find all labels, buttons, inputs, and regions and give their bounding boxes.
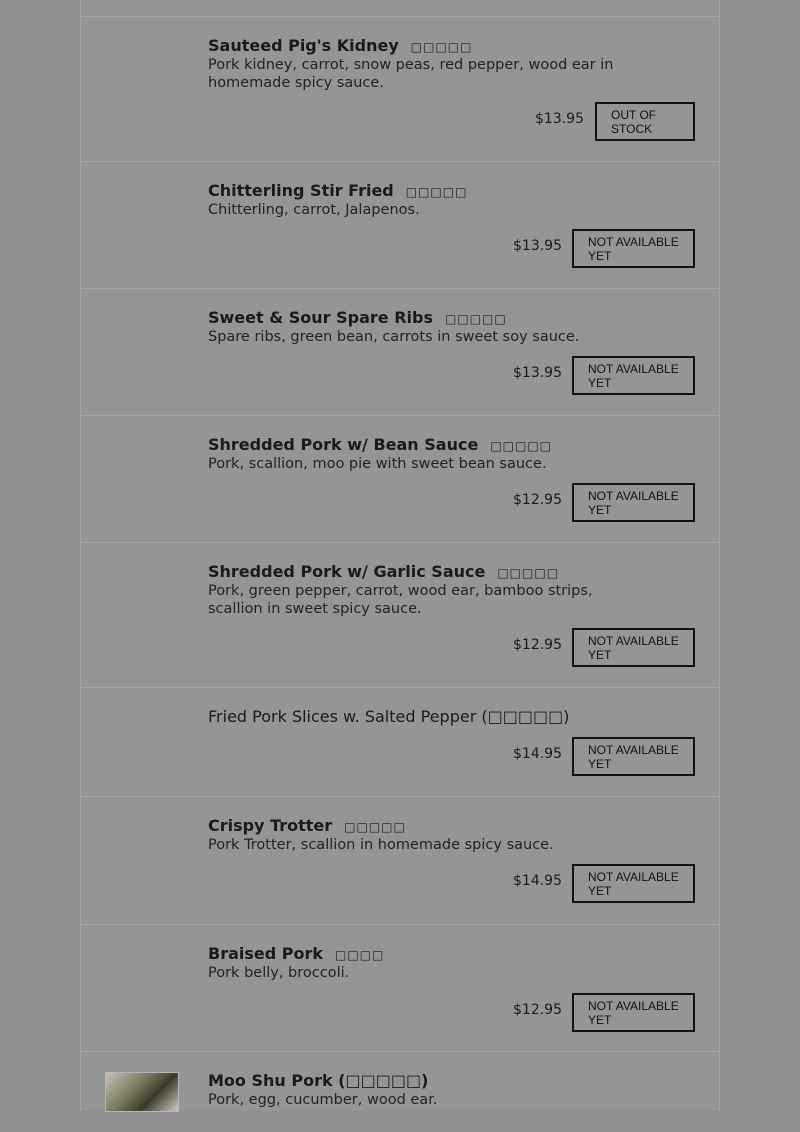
not-available-button[interactable]: NOT AVAILABLE YET	[572, 993, 695, 1032]
item-description: Pork Trotter, scallion in homemade spicy…	[208, 837, 554, 853]
item-chinese-name: □□□□□	[444, 312, 507, 326]
item-chinese-name: □□□□	[335, 948, 385, 962]
not-available-button[interactable]: NOT AVAILABLE YET	[572, 737, 695, 776]
item-description: Pork, green pepper, carrot, wood ear, ba…	[208, 583, 593, 617]
dish-photo[interactable]	[105, 1072, 179, 1112]
item-description: Chitterling, carrot, Jalapenos.	[208, 202, 420, 218]
item-price: $13.95	[513, 238, 562, 254]
not-available-button[interactable]: NOT AVAILABLE YET	[572, 864, 695, 903]
item-price: $14.95	[513, 746, 562, 762]
menu-item[interactable]: Moo Shu Pork (□□□□□) Pork, egg, cucumber…	[81, 1052, 719, 1132]
item-chinese-name: □□□□□	[410, 40, 473, 54]
item-price: $12.95	[513, 637, 562, 653]
item-name: Shredded Pork w/ Bean Sauce	[208, 435, 479, 454]
item-chinese-name: □□□□□	[497, 566, 560, 580]
item-description: Spare ribs, green bean, carrots in sweet…	[208, 329, 580, 345]
not-available-button[interactable]: NOT AVAILABLE YET	[572, 628, 695, 667]
item-title: Crispy Trotter □□□□□	[208, 816, 699, 837]
menu-item[interactable]: Shredded Pork w/ Bean Sauce □□□□□ Pork, s…	[81, 416, 719, 543]
item-price: $13.95	[535, 111, 584, 127]
item-title: Shredded Pork w/ Garlic Sauce □□□□□	[208, 562, 699, 583]
item-chinese-name: □□□□□	[490, 439, 553, 453]
menu-list: Sauteed Pig's Kidney □□□□□ Pork kidney, c…	[80, 0, 720, 1112]
menu-item[interactable]: Sweet & Sour Spare Ribs □□□□□ Spare ribs,…	[81, 289, 719, 416]
item-name: Moo Shu Pork (□□□□□)	[208, 1071, 429, 1090]
not-available-button[interactable]: NOT AVAILABLE YET	[572, 356, 695, 395]
item-chinese-name: □□□□□	[405, 185, 468, 199]
menu-item[interactable]: Shredded Pork w/ Garlic Sauce □□□□□ Pork,…	[81, 543, 719, 688]
item-title: Sauteed Pig's Kidney □□□□□	[208, 36, 699, 57]
menu-item[interactable]: Sauteed Pig's Kidney □□□□□ Pork kidney, c…	[81, 17, 719, 162]
item-title: Fried Pork Slices w. Salted Pepper (□□□□…	[208, 707, 699, 727]
not-available-button[interactable]: NOT AVAILABLE YET	[572, 483, 695, 522]
item-price: $12.95	[513, 492, 562, 508]
item-name: Chitterling Stir Fried	[208, 181, 394, 200]
item-price: $13.95	[513, 365, 562, 381]
previous-item-bottom	[81, 0, 719, 17]
item-description: Pork, scallion, moo pie with sweet bean …	[208, 456, 547, 472]
item-name: Crispy Trotter	[208, 816, 333, 835]
menu-item[interactable]: Fried Pork Slices w. Salted Pepper (□□□□…	[81, 688, 719, 797]
item-price: $12.95	[513, 1002, 562, 1018]
item-description: Pork belly, broccoli.	[208, 965, 350, 981]
item-description: Pork kidney, carrot, snow peas, red pepp…	[208, 57, 614, 91]
item-title: Chitterling Stir Fried □□□□□	[208, 181, 699, 202]
item-chinese-name: □□□□□	[344, 820, 406, 834]
menu-item[interactable]: Chitterling Stir Fried □□□□□ Chitterling,…	[81, 162, 719, 289]
item-name: Sauteed Pig's Kidney	[208, 36, 399, 55]
item-title: Sweet & Sour Spare Ribs □□□□□	[208, 308, 699, 329]
out-of-stock-button[interactable]: OUT OF STOCK	[595, 102, 695, 141]
not-available-button[interactable]: NOT AVAILABLE YET	[572, 229, 695, 268]
item-name: Shredded Pork w/ Garlic Sauce	[208, 562, 486, 581]
item-description: Pork, egg, cucumber, wood ear.	[208, 1092, 438, 1108]
item-name: Fried Pork Slices w. Salted Pepper (□□□□…	[208, 707, 570, 726]
menu-item[interactable]: Braised Pork □□□□ Pork belly, broccoli. $…	[81, 925, 719, 1052]
item-title: Braised Pork □□□□	[208, 944, 699, 965]
item-name: Braised Pork	[208, 944, 324, 963]
item-price: $14.95	[513, 873, 562, 889]
item-title: Shredded Pork w/ Bean Sauce □□□□□	[208, 435, 699, 456]
item-title: Moo Shu Pork (□□□□□)	[208, 1071, 699, 1091]
menu-item[interactable]: Crispy Trotter □□□□□ Pork Trotter, scalli…	[81, 797, 719, 925]
item-name: Sweet & Sour Spare Ribs	[208, 308, 433, 327]
